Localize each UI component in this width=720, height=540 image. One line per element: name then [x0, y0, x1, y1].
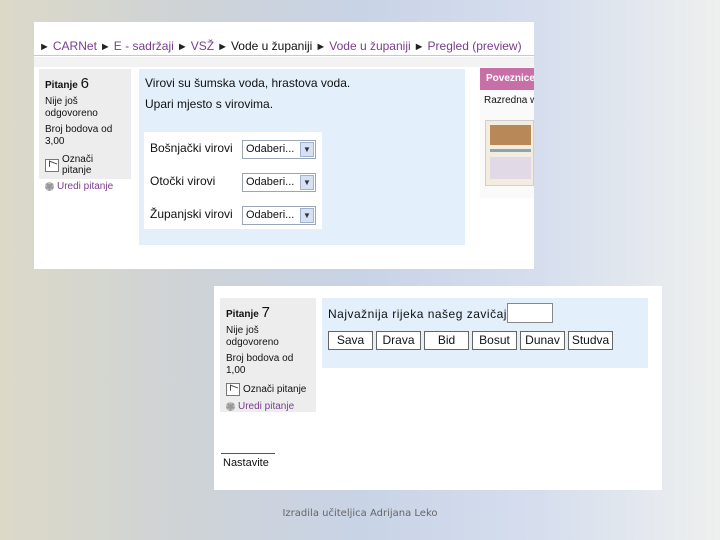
- question-content: Najvažnija rijeka našeg zavičaja je Sava…: [322, 298, 648, 368]
- choice-sava[interactable]: Sava: [328, 331, 373, 350]
- continue-button[interactable]: Nastavite: [221, 453, 275, 471]
- slide-footer: Izradila učiteljica Adrijana Leko: [282, 508, 438, 519]
- edit-question-label: Uredi pitanje: [57, 181, 114, 192]
- breadcrumb-separator: ►: [99, 41, 111, 53]
- question-label: Pitanje: [45, 80, 78, 91]
- question-number: Pitanje 7: [226, 304, 310, 321]
- screenshot-quiz-gapfill: Pitanje 7 Nije još odgovoreno Broj bodov…: [214, 286, 662, 490]
- question-number-value: 7: [261, 304, 270, 321]
- question-status: Nije još odgovoreno: [45, 96, 98, 119]
- chevron-down-icon: ▼: [300, 208, 314, 223]
- breadcrumb-separator: ►: [413, 41, 425, 53]
- select-value: Odaberi...: [246, 209, 295, 221]
- header-divider: [34, 57, 534, 67]
- screenshot-quiz-matching: ► CARNet ► E - sadržaji ► VSŽ ► Vode u županiji…: [34, 22, 534, 269]
- choice-dunav[interactable]: Dunav: [520, 331, 565, 350]
- flag-question-label: Označi pitanje: [243, 384, 307, 395]
- flag-question-button[interactable]: Označi pitanje: [226, 383, 310, 396]
- match-label: Otočki virovi: [150, 174, 216, 188]
- flag-question-label: Označi pitanje: [61, 154, 94, 176]
- thumbnail-bar: [490, 149, 531, 152]
- breadcrumb-separator: ►: [39, 41, 50, 53]
- choice-bosut[interactable]: Bosut: [472, 331, 517, 350]
- points-label: Broj bodova od: [226, 353, 294, 364]
- question-label: Pitanje: [226, 309, 259, 320]
- thumbnail-content: [490, 157, 531, 179]
- breadcrumb-separator: ►: [217, 41, 228, 53]
- website-thumbnail[interactable]: [485, 120, 534, 186]
- breadcrumb-item-carnet[interactable]: CARNet: [53, 39, 97, 53]
- breadcrumb: ► CARNet ► E - sadržaji ► VSŽ ► Vode u županiji…: [34, 36, 534, 56]
- match-label: Županjski virovi: [150, 207, 233, 221]
- question-number-value: 6: [80, 75, 89, 92]
- chevron-down-icon: ▼: [300, 175, 314, 190]
- question-text: Virovi su šumska voda, hrastova voda.: [145, 76, 351, 90]
- matching-table: Bošnjački virovi Odaberi... ▼ Otočki vir…: [144, 132, 322, 229]
- gear-icon: [45, 182, 54, 191]
- select-value: Odaberi...: [246, 176, 295, 188]
- question-instruction: Upari mjesto s virovima.: [145, 97, 274, 111]
- choice-bid[interactable]: Bid: [424, 331, 469, 350]
- breadcrumb-item-vsz[interactable]: VSŽ: [191, 39, 214, 53]
- points-value: 3,00: [45, 136, 65, 147]
- breadcrumb-item-vode-u-zupaniji: Vode u županiji: [230, 39, 313, 53]
- match-select-zupanjski[interactable]: Odaberi... ▼: [242, 206, 316, 225]
- flag-icon: [226, 383, 240, 396]
- match-select-bosnjacki[interactable]: Odaberi... ▼: [242, 140, 316, 159]
- question-number: Pitanje 6: [45, 75, 125, 92]
- question-prompt: Najvažnija rijeka našeg zavičaja je: [328, 307, 529, 321]
- match-label: Bošnjački virovi: [150, 141, 233, 155]
- links-block-title: Poveznice: [480, 68, 534, 90]
- links-block: Poveznice Razredna w: [480, 68, 534, 198]
- choice-drava[interactable]: Drava: [376, 331, 421, 350]
- edit-question-link[interactable]: Uredi pitanje: [45, 181, 125, 192]
- breadcrumb-separator: ►: [176, 41, 188, 53]
- question-info-7: Pitanje 7 Nije još odgovoreno Broj bodov…: [220, 298, 316, 412]
- links-block-text[interactable]: Razredna w: [484, 95, 534, 106]
- choice-studva[interactable]: Studva: [568, 331, 613, 350]
- flag-icon: [45, 158, 59, 172]
- question-status: Nije još odgovoreno: [226, 325, 279, 348]
- breadcrumb-item-vode-u-zupaniji-link[interactable]: Vode u županiji: [329, 39, 410, 53]
- thumbnail-photo: [490, 125, 531, 145]
- edit-question-link[interactable]: Uredi pitanje: [226, 401, 310, 412]
- match-select-otocki[interactable]: Odaberi... ▼: [242, 173, 316, 192]
- window-top-strip: [34, 22, 534, 34]
- question-content: Virovi su šumska voda, hrastova voda. Up…: [139, 69, 465, 245]
- select-value: Odaberi...: [246, 143, 295, 155]
- flag-question-button[interactable]: Označi pitanje: [45, 154, 125, 176]
- breadcrumb-separator: ►: [315, 41, 327, 53]
- answer-drop-box[interactable]: [507, 303, 553, 323]
- breadcrumb-item-preview[interactable]: Pregled (preview): [428, 39, 522, 53]
- question-info-6: Pitanje 6 Nije još odgovoreno Broj bodov…: [39, 69, 131, 192]
- gear-icon: [226, 402, 235, 411]
- chevron-down-icon: ▼: [300, 142, 314, 157]
- points-label: Broj bodova od: [45, 124, 113, 135]
- breadcrumb-item-e-sadrzaji[interactable]: E - sadržaji: [114, 39, 174, 53]
- edit-question-label: Uredi pitanje: [238, 401, 295, 412]
- points-value: 1,00: [226, 365, 246, 376]
